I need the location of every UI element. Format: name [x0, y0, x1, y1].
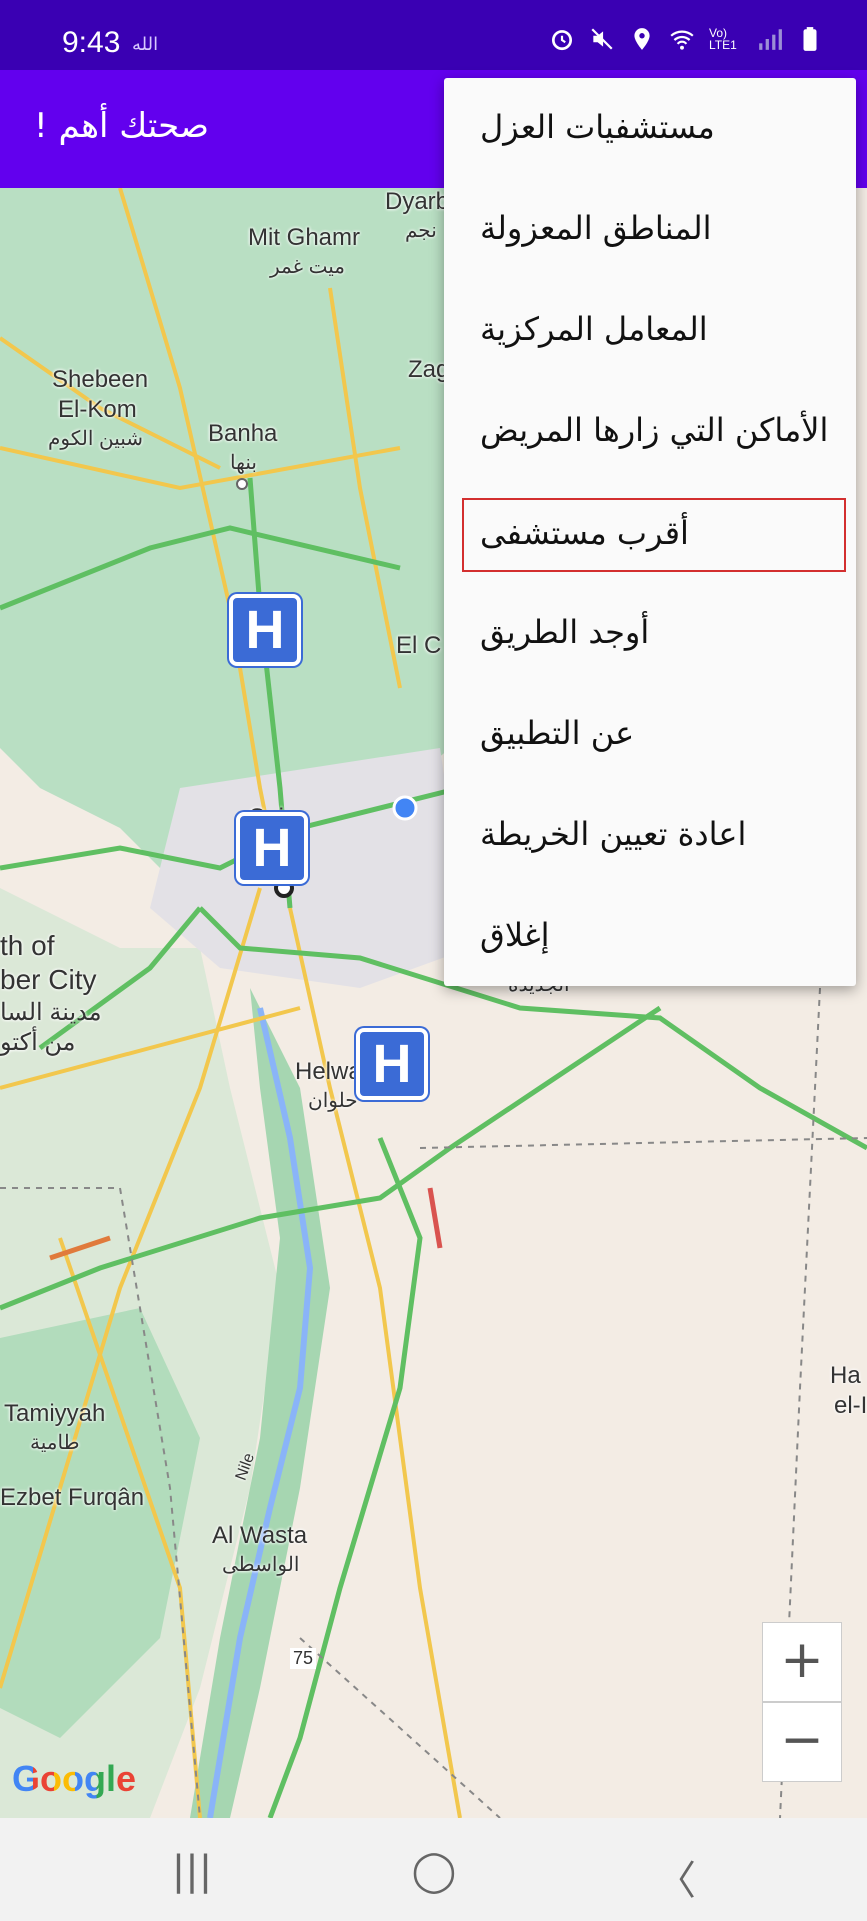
status-icons: Vo) LTE1: [549, 26, 823, 52]
navigation-bar: ||| ◯ 〈: [0, 1818, 867, 1921]
mute-icon: [591, 28, 613, 50]
map-label: حلوان: [308, 1090, 358, 1112]
map-label: Shebeen: [52, 366, 149, 393]
map-label: من أكتو: [0, 1029, 76, 1056]
back-button[interactable]: 〈: [646, 1848, 706, 1904]
map-label: Ezbet Furqân: [0, 1484, 145, 1511]
status-indicator: الله: [132, 34, 159, 55]
menu-item-central-labs[interactable]: المعامل المركزية: [444, 280, 856, 380]
wifi-icon: [670, 30, 694, 50]
map-label: El-Kom: [58, 396, 137, 423]
map-label: Ha: [830, 1362, 861, 1389]
my-location-dot: [392, 795, 418, 821]
map-label: الواسطى: [222, 1554, 300, 1576]
map-label: Al Wasta: [212, 1522, 308, 1549]
menu-item-close[interactable]: إغلاق: [444, 886, 856, 986]
zoom-in-button[interactable]: +: [762, 1622, 842, 1702]
map-label: Banha: [208, 420, 278, 447]
menu-item-isolation-hospitals[interactable]: مستشفيات العزل: [444, 78, 856, 178]
map-label: Tamiyyah: [4, 1400, 106, 1427]
map-label: مدينة السا: [0, 999, 102, 1026]
alarm-icon: [551, 30, 573, 51]
map-label: Helwa: [295, 1058, 362, 1085]
map-label: Mit Ghamr: [248, 224, 361, 251]
location-icon: [634, 28, 650, 50]
lte-signal-icon: [759, 29, 782, 50]
map-label: طامية: [30, 1432, 80, 1454]
network-label: Vo) LTE1: [709, 26, 737, 52]
map-label: ميت غمر: [270, 256, 345, 278]
recent-apps-button[interactable]: |||: [162, 1848, 222, 1894]
menu-item-isolated-areas[interactable]: المناطق المعزولة: [444, 179, 856, 279]
map-label: el-I: [834, 1392, 867, 1419]
map-label: بنها: [230, 452, 257, 474]
hospital-marker[interactable]: H: [236, 812, 308, 884]
map-label: ber City: [0, 964, 97, 995]
map-label: Dyarb: [385, 188, 450, 215]
home-button[interactable]: ◯: [404, 1848, 464, 1894]
menu-item-reset-map[interactable]: اعادة تعيين الخريطة: [444, 785, 856, 885]
map-label: th of: [0, 930, 55, 961]
battery-icon: [803, 27, 817, 51]
road-shield: 75: [290, 1648, 317, 1669]
menu-item-nearest-hospital[interactable]: أقرب مستشفى: [462, 498, 846, 572]
google-logo: Google: [12, 1758, 136, 1799]
hospital-marker[interactable]: H: [356, 1028, 428, 1100]
map-label: نجم: [405, 220, 437, 242]
map-label: شبين الكوم: [48, 428, 144, 450]
hospital-marker[interactable]: H: [229, 594, 301, 666]
status-time: 9:43: [62, 26, 121, 59]
map-label: El C: [396, 632, 442, 659]
menu-item-patient-visited-places[interactable]: الأماكن التي زارها المريض: [444, 381, 856, 481]
app-title: صحتك أهم !: [34, 106, 209, 146]
overflow-menu: مستشفيات العزل المناطق المعزولة المعامل …: [444, 78, 856, 986]
menu-item-about-app[interactable]: عن التطبيق: [444, 684, 856, 784]
status-bar: 9:43 الله Vo) LTE1: [0, 0, 867, 70]
menu-item-find-route[interactable]: أوجد الطريق: [444, 583, 856, 683]
zoom-out-button[interactable]: −: [762, 1702, 842, 1782]
